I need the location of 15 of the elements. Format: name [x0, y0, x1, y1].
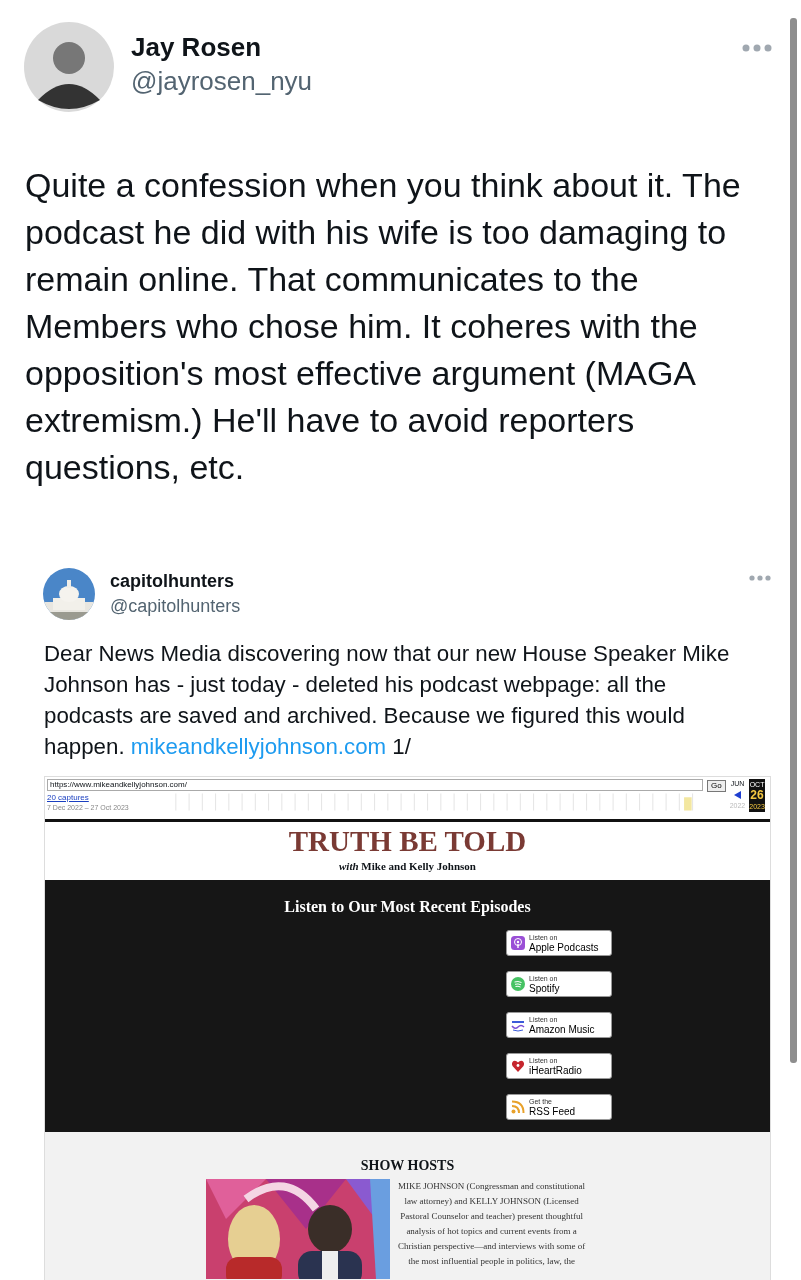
go-button[interactable]: Go	[707, 780, 726, 792]
site-title: TRUTH BE TOLD	[287, 826, 528, 856]
url-field[interactable]: https://www.mikeandkellyjohnson.com/	[47, 779, 703, 791]
site-subtitle: with Mike and Kelly Johnson	[338, 860, 477, 872]
quoted-text: Dear News Media discovering now that our new House Speaker Mike Johnson has - just today - deleted his podcast webpage: all the podcasts are saved and archived. Because we figured this would happen. mikeandkellyjohnson.com 1/	[44, 640, 731, 761]
section-heading: Listen to Our Most Recent Episodes	[283, 897, 532, 916]
tweet-text: Quite a confession when you think about it. The podcast he did with his wife is too damaging to remain online. That communicates to the Members who chose him. It coheres with the opposition's most effective argument (MAGA extremism.) He'll have to avoid reporters questions, etc.	[25, 165, 742, 488]
author-handle: @capitolhunters	[110, 595, 241, 618]
section-heading: SHOW HOSTS	[359, 1158, 456, 1174]
author-name: Jay Rosen	[131, 32, 263, 62]
author-handle: @jayrosen_nyu	[131, 65, 313, 98]
captures-link[interactable]: 20 captures	[47, 793, 167, 803]
day-label: 26	[749, 789, 765, 802]
hosts-description: MIKE JOHNSON (Congressman and constitutional law attorney) and KELLY JOHNSON (Licensed Pastoral Counselor and teacher) present thoughtful analysis of hot topics and current events from a Christian perspective—and interviews with some of the most influential people in politics, law, the	[398, 1180, 586, 1268]
author-name: capitolhunters	[110, 570, 235, 593]
